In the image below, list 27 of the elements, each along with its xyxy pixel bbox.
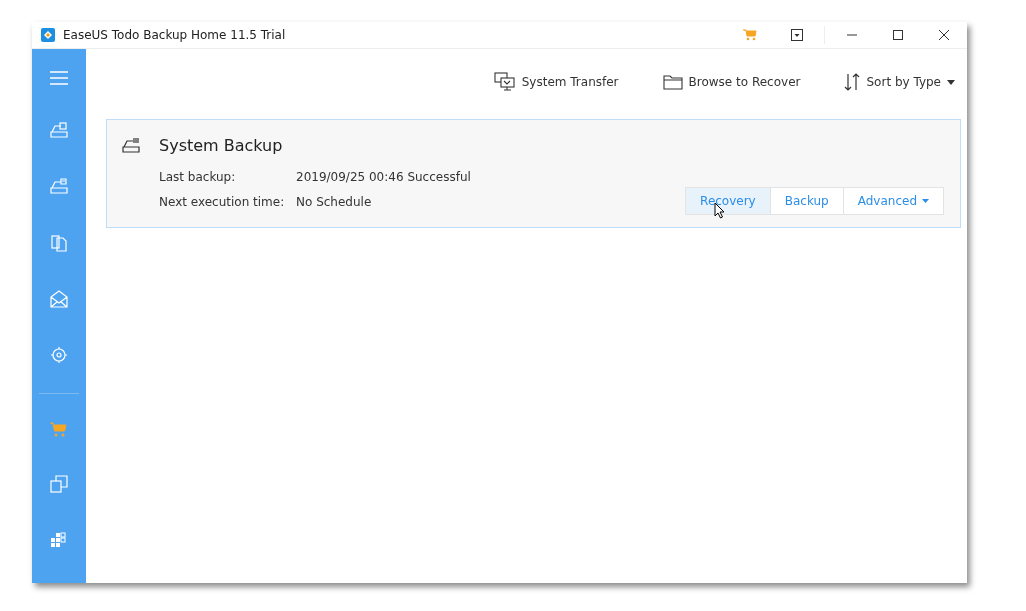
cart-icon[interactable] <box>50 422 68 438</box>
documents-icon[interactable] <box>49 233 69 253</box>
app-logo-icon <box>41 28 55 42</box>
detail-value: No Schedule <box>296 194 372 211</box>
toolbar-button[interactable]: System Transfer <box>493 72 619 92</box>
folder-icon <box>662 74 683 90</box>
disk-drive-icon <box>121 136 141 156</box>
window-title: EaseUS Todo Backup Home 11.5 Trial <box>63 28 286 42</box>
maximize-icon[interactable] <box>892 29 904 41</box>
cart-icon[interactable] <box>743 29 757 41</box>
close-icon[interactable] <box>938 29 950 41</box>
detail-label: Next execution time: <box>159 194 286 211</box>
sort-arrows-icon <box>844 73 861 91</box>
dropdown-menu-icon[interactable] <box>791 29 803 41</box>
disk-drive-icon[interactable] <box>49 177 69 197</box>
toolbar-button[interactable]: Browse to Recover <box>662 74 801 90</box>
monitors-icon <box>493 72 516 92</box>
detail-value: 2019/09/25 00:46 Successful <box>296 169 471 186</box>
backup-title: System Backup <box>159 136 284 155</box>
disk-drive-icon[interactable] <box>49 121 69 141</box>
tiles-icon[interactable] <box>49 530 69 550</box>
clone-icon[interactable] <box>49 474 69 494</box>
toolbar-button[interactable]: Sort by Type <box>844 73 955 91</box>
detail-label: Last backup: <box>159 169 237 186</box>
target-icon[interactable] <box>49 345 69 365</box>
menu-icon[interactable] <box>50 71 68 85</box>
envelope-icon[interactable] <box>49 289 69 309</box>
